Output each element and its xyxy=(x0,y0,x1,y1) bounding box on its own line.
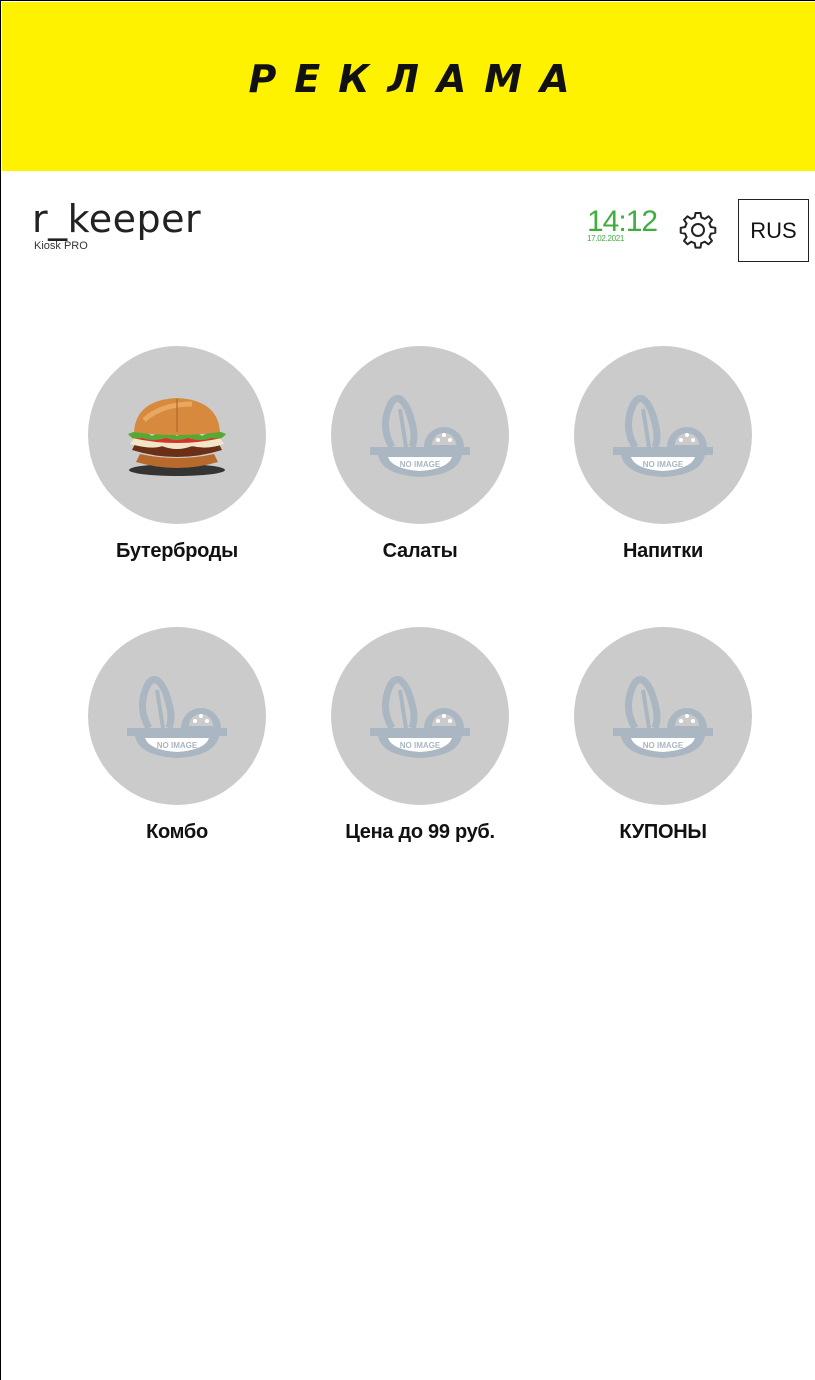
clock: 14:12 17.02.2021 xyxy=(587,206,658,244)
category-label: Цена до 99 руб. xyxy=(345,821,495,843)
category-tile-sandwiches[interactable]: Бутерброды xyxy=(67,346,287,563)
no-image-icon: NO IMAGE xyxy=(613,676,713,758)
gear-icon xyxy=(679,212,717,249)
brand-logo: r_keeper Kiosk PRO xyxy=(32,196,201,252)
category-label: Напитки xyxy=(623,540,703,562)
category-image: NO IMAGE xyxy=(331,627,509,805)
category-image: NO IMAGE xyxy=(574,346,752,524)
no-image-icon: NO IMAGE xyxy=(613,395,713,477)
no-image-text: NO IMAGE xyxy=(157,741,198,750)
kiosk-screen: РЕКЛАМА r_keeper Kiosk PRO 14:12 17.02.2… xyxy=(0,0,815,1380)
category-label: Салаты xyxy=(382,540,458,562)
no-image-text: NO IMAGE xyxy=(643,460,684,469)
category-image xyxy=(88,346,266,524)
category-image: NO IMAGE xyxy=(88,627,266,805)
no-image-icon: NO IMAGE xyxy=(127,676,227,758)
no-image-text: NO IMAGE xyxy=(643,741,684,750)
burger-image xyxy=(128,398,226,476)
category-label: Комбо xyxy=(146,821,208,843)
category-image: NO IMAGE xyxy=(574,627,752,805)
no-image-icon: NO IMAGE xyxy=(370,395,470,477)
category-tile-salads[interactable]: NO IMAGE Салаты xyxy=(310,346,530,563)
category-image: NO IMAGE xyxy=(331,346,509,524)
category-label: КУПОНЫ xyxy=(619,821,707,843)
no-image-icon: NO IMAGE xyxy=(370,676,470,758)
category-tile-under-99[interactable]: NO IMAGE Цена до 99 руб. xyxy=(310,627,530,844)
no-image-text: NO IMAGE xyxy=(400,460,441,469)
category-label: Бутерброды xyxy=(116,540,238,562)
category-tile-drinks[interactable]: NO IMAGE Напитки xyxy=(553,346,773,563)
language-button[interactable]: RUS xyxy=(738,199,809,262)
category-tile-coupons[interactable]: NO IMAGE КУПОНЫ xyxy=(553,627,773,844)
no-image-text: NO IMAGE xyxy=(400,741,441,750)
ad-banner[interactable]: РЕКЛАМА xyxy=(2,2,815,171)
category-tile-combo[interactable]: NO IMAGE Комбо xyxy=(67,627,287,844)
ad-banner-text: РЕКЛАМА xyxy=(248,57,588,101)
brand-name: r_keeper xyxy=(32,197,202,241)
settings-button[interactable] xyxy=(677,209,719,251)
